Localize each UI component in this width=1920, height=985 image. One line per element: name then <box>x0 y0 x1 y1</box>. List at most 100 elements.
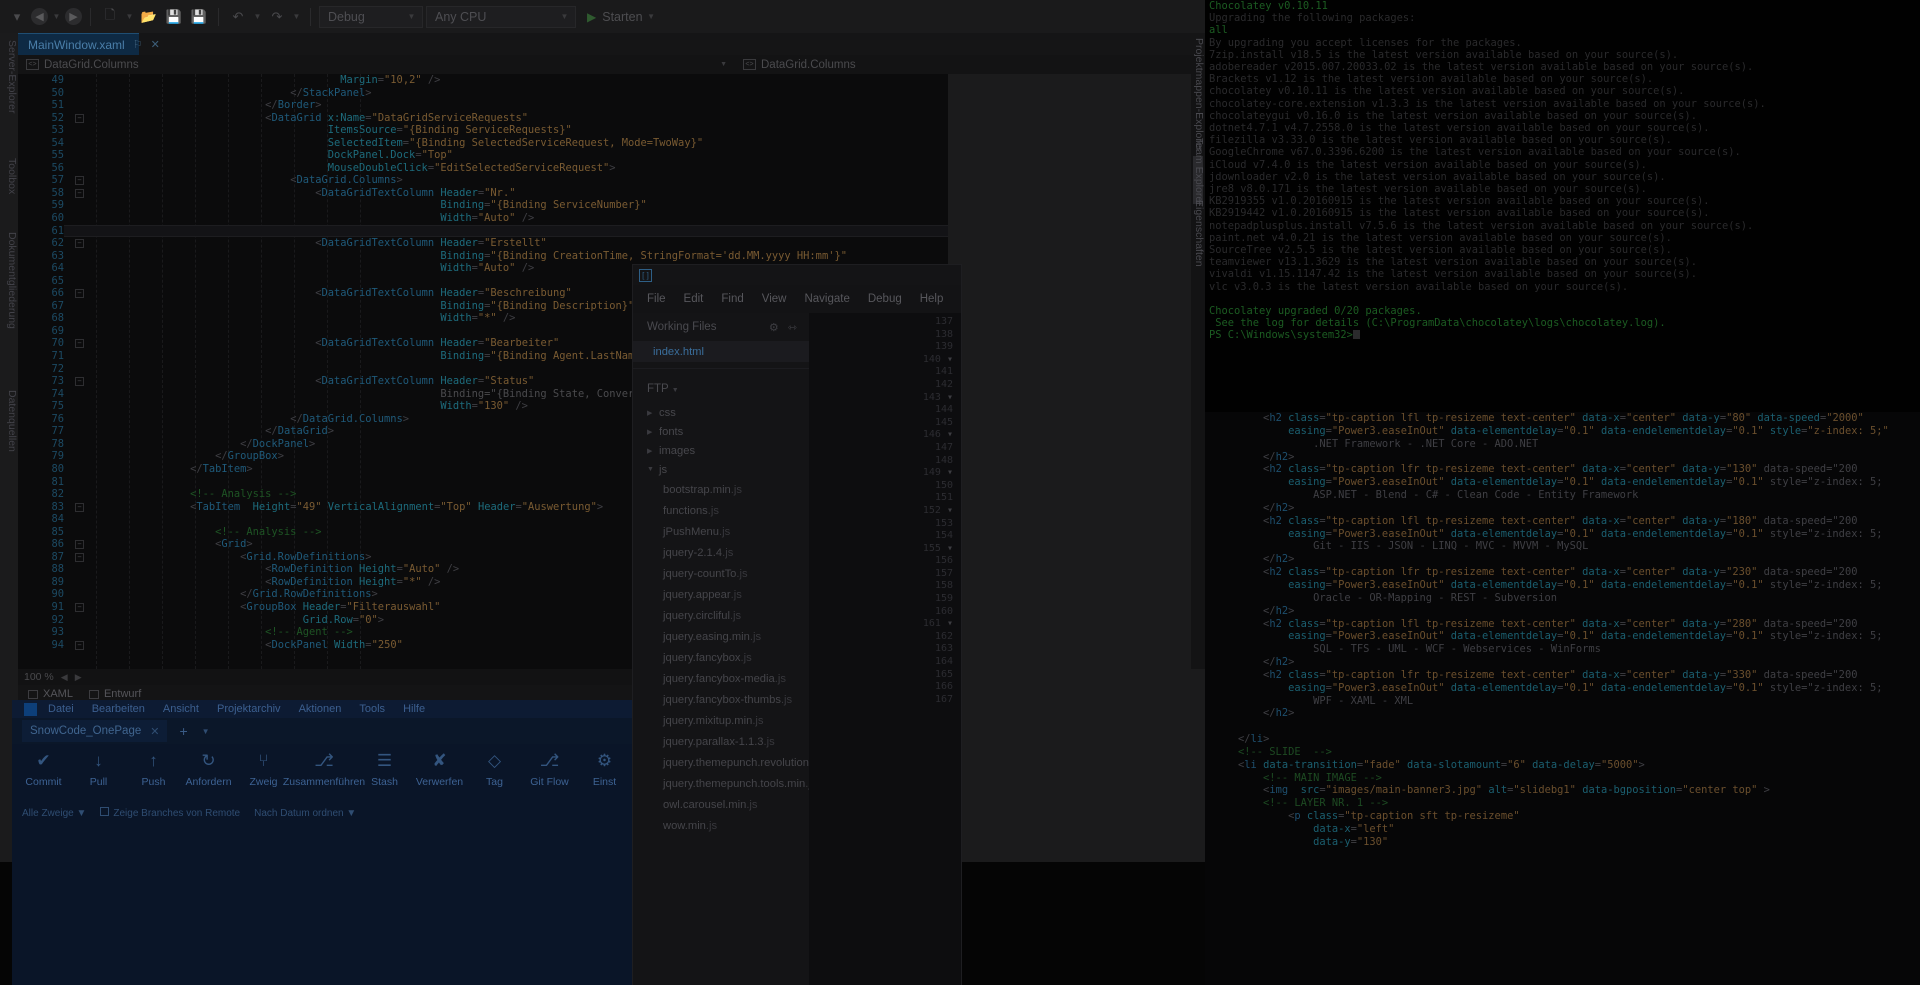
save-all-icon[interactable]: 💾 <box>188 6 210 28</box>
tree-file[interactable]: jquery.mixitup.min .js <box>633 710 809 731</box>
tree-folder-js[interactable]: ▼ js <box>633 460 809 479</box>
powershell-console-window[interactable]: Chocolatey v0.10.11 Upgrading the followi… <box>1205 0 1920 412</box>
code-line[interactable]: 59 Binding="{Binding ServiceNumber}" <box>18 199 948 212</box>
tree-file[interactable]: jquery.easing.min .js <box>633 626 809 647</box>
html-code-line[interactable]: easing="Power3.easeInOut" data-elementde… <box>1205 630 1920 643</box>
html-code-line[interactable]: easing="Power3.easeInOut" data-elementde… <box>1205 528 1920 541</box>
menu-chevron-icon[interactable]: ▾ <box>6 6 28 28</box>
code-fold-toggle[interactable]: − <box>75 602 84 612</box>
menu-aktionen[interactable]: Aktionen <box>299 703 342 715</box>
sidebar-item-data-sources[interactable]: Datenquellen <box>0 390 18 495</box>
code-line[interactable]: 62 − <DataGridTextColumn Header="Erstellt… <box>18 237 948 250</box>
code-line[interactable]: 61 <box>18 224 948 238</box>
tree-file[interactable]: jquery.fancybox-thumbs .js <box>633 689 809 710</box>
tree-file[interactable]: jquery.fancybox-media .js <box>633 668 809 689</box>
tree-file[interactable]: bootstrap.min .js <box>633 479 809 500</box>
tree-file[interactable]: jquery.appear .js <box>633 584 809 605</box>
gear-icon[interactable]: ⚙ <box>769 321 779 334</box>
code-fold-toggle[interactable]: − <box>75 377 84 387</box>
html-code-line[interactable]: SQL - TFS - UML - WCF - Webservices - Wi… <box>1205 643 1920 656</box>
html-code-line[interactable]: easing="Power3.easeInOut" data-elementde… <box>1205 682 1920 695</box>
code-fold-toggle[interactable]: − <box>75 188 84 198</box>
code-line[interactable]: 50 </StackPanel> <box>18 87 948 100</box>
tree-file[interactable]: jquery.circliful .js <box>633 605 809 626</box>
tab-mainwindow-xaml[interactable]: MainWindow.xaml ⚐ ✕ <box>18 33 160 55</box>
html-code-line[interactable]: <p class="tp-caption sft tp-resizeme" <box>1205 810 1920 823</box>
html-code-line[interactable]: <!-- MAIN IMAGE --> <box>1205 772 1920 785</box>
tree-file[interactable]: owl.carousel.min .js <box>633 794 809 815</box>
html-code-line[interactable]: <h2 class="tp-caption lfl tp-resizeme te… <box>1205 618 1920 631</box>
filter-checkbox[interactable]: Zeige Branches von Remote <box>100 807 240 819</box>
tree-file[interactable]: wow.min .js <box>633 815 809 836</box>
code-fold-marker[interactable]: ▾ <box>947 618 953 629</box>
code-fold-marker[interactable]: ▾ <box>947 354 953 365</box>
platform-select[interactable]: Any CPU ▼ <box>426 5 576 28</box>
html-code-line[interactable]: <h2 class="tp-caption lfr tp-resizeme te… <box>1205 463 1920 476</box>
navbar-member-left[interactable]: <> DataGrid.Columns <box>18 59 488 71</box>
html-code-line[interactable]: </h2> <box>1205 553 1920 566</box>
toolbar-button-pull[interactable]: ↓ Pull <box>71 750 126 788</box>
code-line[interactable]: 57 − <DataGrid.Columns> <box>18 174 948 187</box>
code-fold-marker[interactable]: ▾ <box>947 429 953 440</box>
undo-dropdown-icon[interactable]: ▼ <box>252 12 263 21</box>
html-code-line[interactable]: easing="Power3.easeInOut" data-elementde… <box>1205 579 1920 592</box>
new-tab-button[interactable]: + <box>179 723 187 739</box>
html-code-line[interactable]: <h2 class="tp-caption lfl tp-resizeme te… <box>1205 515 1920 528</box>
tree-folder-css[interactable]: ▶ css <box>633 403 809 422</box>
tree-file[interactable]: jquery.themepunch.revolution.min.js <box>633 752 841 773</box>
menu-help[interactable]: Help <box>920 293 944 305</box>
chevron-down-icon[interactable]: ▼ <box>202 727 210 736</box>
tree-folder-fonts[interactable]: ▶ fonts <box>633 422 809 441</box>
tree-file[interactable]: jPushMenu .js <box>633 521 809 542</box>
code-fold-marker[interactable]: ▾ <box>947 467 953 478</box>
run-play-icon[interactable]: ▶ <box>587 10 596 24</box>
menu-navigate[interactable]: Navigate <box>804 293 849 305</box>
tree-folder-images[interactable]: ▶ images <box>633 441 809 460</box>
html-code-line[interactable]: </h2> <box>1205 605 1920 618</box>
html-code-line[interactable]: <img src="images/main-banner3.jpg" alt="… <box>1205 784 1920 797</box>
html-code-line[interactable]: data-x="left" <box>1205 823 1920 836</box>
menu-debug[interactable]: Debug <box>868 293 902 305</box>
filter-select[interactable]: Alle Zweige ▼ <box>22 808 86 819</box>
menu-tools[interactable]: Tools <box>359 703 385 715</box>
split-view-icon[interactable]: ⇿ <box>788 321 797 334</box>
tree-file[interactable]: jquery-2.1.4 .js <box>633 542 809 563</box>
code-line[interactable]: 49 Margin="10,2" /> <box>18 74 948 87</box>
code-line[interactable]: 53 ItemsSource="{Binding ServiceRequests… <box>18 124 948 137</box>
toolbar-button-stash[interactable]: ☰ Stash <box>357 750 412 788</box>
html-code-line[interactable]: <h2 class="tp-caption lfl tp-resizeme te… <box>1205 412 1920 425</box>
tab-snowcode-onepage[interactable]: SnowCode_OnePage ✕ <box>22 720 168 742</box>
code-fold-toggle[interactable]: − <box>75 239 84 249</box>
toolbar-button-push[interactable]: ↑ Push <box>126 750 181 788</box>
toolbar-button-verwerfen[interactable]: ✘ Verwerfen <box>412 750 467 788</box>
close-icon[interactable]: ✕ <box>151 38 160 51</box>
scroll-right-icon[interactable]: ▶ <box>75 672 82 683</box>
code-fold-toggle[interactable]: − <box>75 552 84 562</box>
code-line[interactable]: 60 Width="Auto" /> <box>18 212 948 225</box>
pin-icon[interactable]: ⚐ <box>133 38 143 51</box>
toolbar-button-anfordern[interactable]: ↻ Anfordern <box>181 750 236 788</box>
menu-hilfe[interactable]: Hilfe <box>403 703 425 715</box>
html-code-line[interactable]: </h2> <box>1205 451 1920 464</box>
tree-file[interactable]: jquery-countTo .js <box>633 563 809 584</box>
html-code-line[interactable]: </h2> <box>1205 707 1920 720</box>
code-fold-marker[interactable]: ▾ <box>947 392 953 403</box>
html-code-line[interactable]: </h2> <box>1205 502 1920 515</box>
html-code-line[interactable]: Git - IIS - JSON - LINQ - MVC - MVVM - M… <box>1205 540 1920 553</box>
redo-icon[interactable]: ↷ <box>266 6 288 28</box>
menu-bearbeiten[interactable]: Bearbeiten <box>92 703 145 715</box>
undo-icon[interactable]: ↶ <box>227 6 249 28</box>
scroll-left-icon[interactable]: ◀ <box>61 672 68 683</box>
code-line[interactable]: 52 − <DataGrid x:Name="DataGridServiceReq… <box>18 112 948 125</box>
tab-xaml[interactable]: XAML <box>28 688 73 700</box>
run-dropdown-icon[interactable]: ▼ <box>646 12 657 21</box>
code-fold-toggle[interactable]: − <box>75 113 84 123</box>
new-item-icon[interactable]: 🗋 <box>99 6 121 28</box>
toolbar-button-commit[interactable]: ✔ Commit <box>16 750 71 788</box>
zoom-level[interactable]: 100 % <box>24 671 54 683</box>
code-line[interactable]: 54 SelectedItem="{Binding SelectedServic… <box>18 137 948 150</box>
code-fold-toggle[interactable]: − <box>75 540 84 550</box>
redo-dropdown-icon[interactable]: ▼ <box>291 12 302 21</box>
code-fold-toggle[interactable]: − <box>75 176 84 186</box>
menu-view[interactable]: View <box>762 293 787 305</box>
